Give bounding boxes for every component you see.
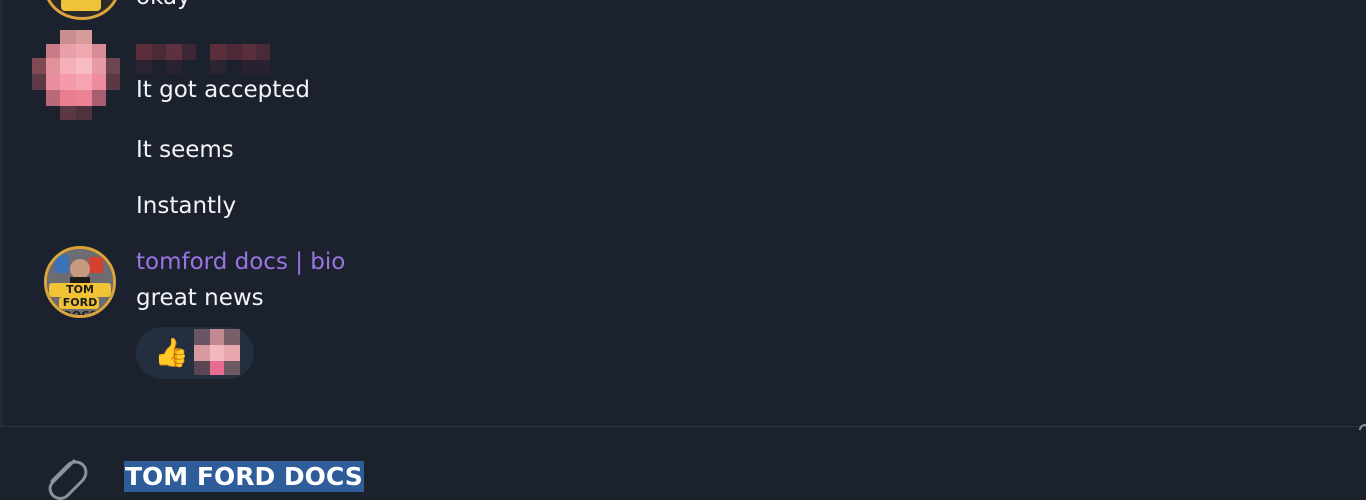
message-text: Instantly: [136, 193, 237, 219]
tomford-avatar-label: TOM FORD DOCS: [62, 283, 98, 318]
message-input[interactable]: TOM FORD DOCS: [124, 461, 364, 492]
sender-name-redacted[interactable]: [136, 44, 270, 74]
chat-window: okay: [0, 0, 1366, 500]
message-composer: TOM FORD DOCS: [0, 426, 1366, 500]
panel-divider: [0, 0, 3, 500]
message-text: great news: [136, 285, 264, 311]
attach-button[interactable]: [38, 447, 90, 500]
message-text: It seems: [136, 137, 234, 163]
tomford-avatar-top[interactable]: [44, 0, 120, 20]
reactor-avatar: [194, 329, 240, 375]
thumbs-up-icon: 👍: [154, 336, 189, 369]
tomford-avatar[interactable]: TOM FORD DOCS: [44, 246, 116, 318]
message-text: It got accepted: [136, 77, 311, 103]
resize-handle-icon[interactable]: [1358, 418, 1366, 432]
paperclip-icon: [48, 459, 88, 500]
message-text: okay: [136, 0, 191, 10]
reaction-pill[interactable]: 👍: [136, 327, 254, 379]
user-avatar[interactable]: [32, 30, 120, 120]
sender-name[interactable]: tomford docs | bio: [136, 249, 345, 275]
